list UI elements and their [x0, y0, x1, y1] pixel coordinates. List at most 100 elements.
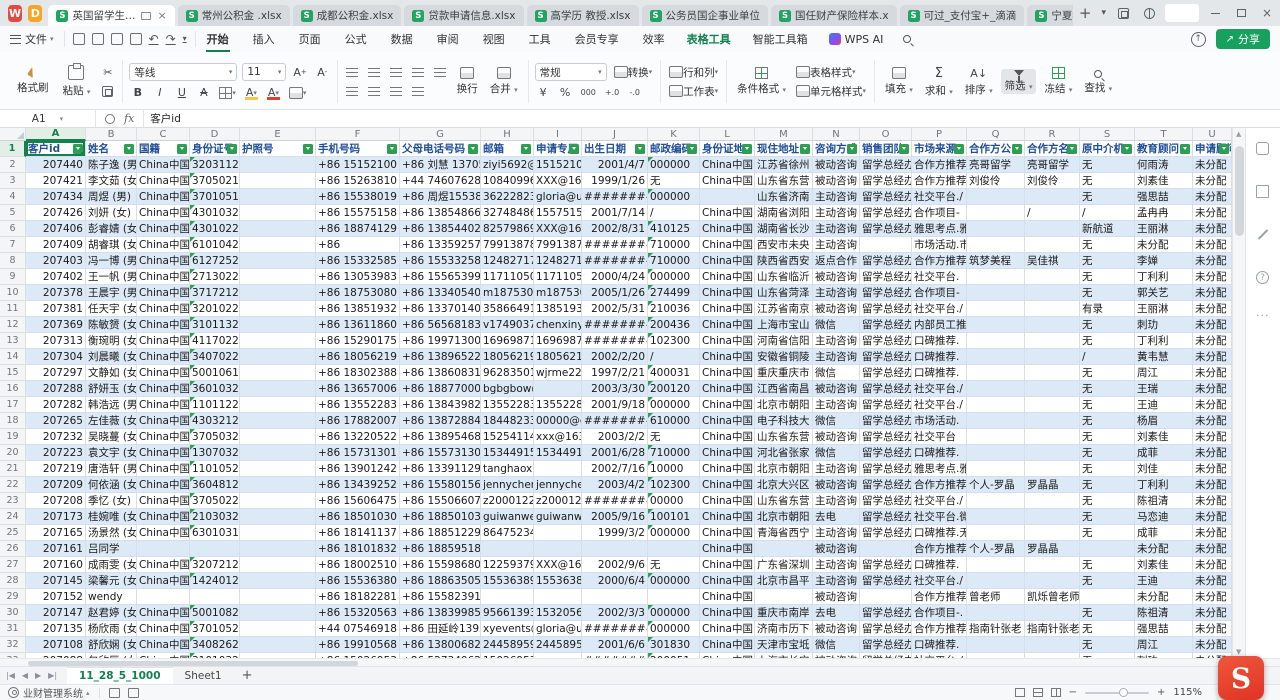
cell[interactable]	[534, 461, 582, 477]
cell[interactable]	[240, 477, 316, 493]
increase-font-button[interactable]: A+	[291, 65, 308, 80]
cell[interactable]: 207369	[26, 317, 86, 333]
cell[interactable]: 799138782	[534, 237, 582, 253]
font-size-select[interactable]: 11▾	[242, 63, 286, 81]
print-icon[interactable]	[111, 33, 123, 45]
filter-dropdown-icon[interactable]	[303, 144, 313, 154]
cell[interactable]: +86 17882007	[316, 413, 400, 429]
table-header-cell[interactable]: 咨询方式	[813, 141, 860, 157]
maximize-button[interactable]	[1228, 0, 1254, 26]
page-layout-view-icon[interactable]	[1033, 688, 1043, 697]
zoom-level[interactable]: 115%	[1173, 687, 1202, 698]
table-header-cell[interactable]: 市场来源	[912, 141, 967, 157]
cell[interactable]: 个人-罗晶	[967, 541, 1025, 557]
cell[interactable]	[534, 541, 582, 557]
cell[interactable]	[700, 189, 755, 205]
row-header-9[interactable]: 9	[0, 269, 26, 285]
table-header-cell[interactable]: 申请顾问	[1193, 141, 1232, 157]
cell[interactable]: ziyi5692@q	[481, 157, 534, 173]
decrease-decimal-button[interactable]: -.0	[626, 85, 643, 100]
cell[interactable]	[240, 637, 316, 653]
row-header-29[interactable]: 29	[0, 589, 26, 605]
cell[interactable]	[240, 541, 316, 557]
row-header-8[interactable]: 8	[0, 253, 26, 269]
cell[interactable]: bgbgbow@	[481, 381, 534, 397]
cell[interactable]: China中国	[700, 269, 755, 285]
cell[interactable]: jennychen7	[534, 477, 582, 493]
cell[interactable]: 207409	[26, 237, 86, 253]
cell[interactable]: China中国	[137, 557, 190, 573]
cell[interactable]: 无	[1080, 269, 1135, 285]
cell[interactable]	[240, 397, 316, 413]
cell[interactable]: 被动咨询	[813, 621, 860, 637]
cell[interactable]: 主动咨询	[813, 349, 860, 365]
cell[interactable]: ########	[582, 493, 648, 509]
column-header-O[interactable]: O	[860, 128, 912, 141]
cell[interactable]: z20001227	[481, 493, 534, 509]
cell[interactable]: 王丽淋	[1135, 301, 1193, 317]
normal-view-icon[interactable]	[1015, 688, 1025, 697]
cell[interactable]: 124827175	[534, 253, 582, 269]
cell[interactable]: 王瑞	[1135, 381, 1193, 397]
menu-item-1[interactable]: 开始	[206, 27, 230, 51]
cell[interactable]: 155751588	[534, 205, 582, 221]
cell[interactable]: 汤景然 (女	[86, 525, 137, 541]
cell[interactable]: 200436	[648, 317, 700, 333]
cell[interactable]	[1025, 269, 1080, 285]
row-header-16[interactable]: 16	[0, 381, 26, 397]
cell[interactable]: 山东省东营	[755, 493, 813, 509]
cell[interactable]: 李文茹 (女	[86, 173, 137, 189]
cell[interactable]: 微信	[813, 317, 860, 333]
cell[interactable]: 10000	[648, 461, 700, 477]
cell[interactable]	[967, 493, 1025, 509]
cell[interactable]: 无	[1080, 157, 1135, 173]
cell[interactable]	[1025, 365, 1080, 381]
freeze-panes-button[interactable]: 冻结 ▾	[1040, 66, 1076, 97]
file-tab[interactable]: S宁夏教师样本.xlsx	[1027, 5, 1073, 26]
cell[interactable]: 主动咨询	[813, 573, 860, 589]
cell[interactable]	[967, 189, 1025, 205]
cell[interactable]: 留学总经办	[860, 205, 912, 221]
cell[interactable]: 主动咨询	[813, 493, 860, 509]
cell[interactable]: 未分配	[1193, 381, 1232, 397]
cell[interactable]: +86 13391129694	[400, 461, 481, 477]
cell[interactable]: 153449155	[534, 445, 582, 461]
cell[interactable]: 2002/7/16	[582, 461, 648, 477]
cell[interactable]: 无	[1080, 573, 1135, 589]
cell[interactable]: 社交平台./	[912, 493, 967, 509]
file-tab[interactable]: S成都公积金.xlsx	[293, 5, 402, 26]
table-tools-tab[interactable]: 表格工具	[686, 27, 732, 51]
cell[interactable]: 留学总经办	[860, 493, 912, 509]
row-header-11[interactable]: 11	[0, 301, 26, 317]
sheet-tab-Sheet1[interactable]: Sheet1	[173, 667, 234, 685]
cell[interactable]: +86 周煜155380	[400, 189, 481, 205]
cell[interactable]	[240, 285, 316, 301]
cell[interactable]: 200120	[648, 381, 700, 397]
column-header-L[interactable]: L	[700, 128, 755, 141]
cell[interactable]: 留学总经办	[860, 365, 912, 381]
cell[interactable]: China中国	[137, 189, 190, 205]
font-name-select[interactable]: 等线▾	[129, 63, 237, 81]
cell[interactable]: 未分配	[1193, 269, 1232, 285]
cell[interactable]: 口碑推荐.	[912, 445, 967, 461]
cell[interactable]: 微信	[813, 445, 860, 461]
account-area[interactable]	[1165, 4, 1199, 22]
cell[interactable]	[967, 237, 1025, 253]
column-header-K[interactable]: K	[648, 128, 700, 141]
cell[interactable]: China中国	[137, 621, 190, 637]
cell[interactable]: 留学总经办	[860, 173, 912, 189]
cell[interactable]	[1025, 285, 1080, 301]
table-header-cell[interactable]: 销售团队	[860, 141, 912, 157]
cell[interactable]: 社交平台.	[912, 269, 967, 285]
column-header-N[interactable]: N	[813, 128, 860, 141]
filter-dropdown-icon[interactable]	[468, 144, 478, 154]
cell[interactable]: China中国	[137, 525, 190, 541]
cell[interactable]: 135522836	[534, 397, 582, 413]
column-header-G[interactable]: G	[400, 128, 481, 141]
cell[interactable]: 244589596	[481, 637, 534, 653]
cell[interactable]: 362228235	[481, 189, 534, 205]
cell[interactable]: 320721200209060081	[190, 557, 240, 573]
column-header-U[interactable]: U	[1193, 128, 1232, 141]
cell[interactable]: China中国	[137, 637, 190, 653]
cell[interactable]: 无	[1080, 285, 1135, 301]
